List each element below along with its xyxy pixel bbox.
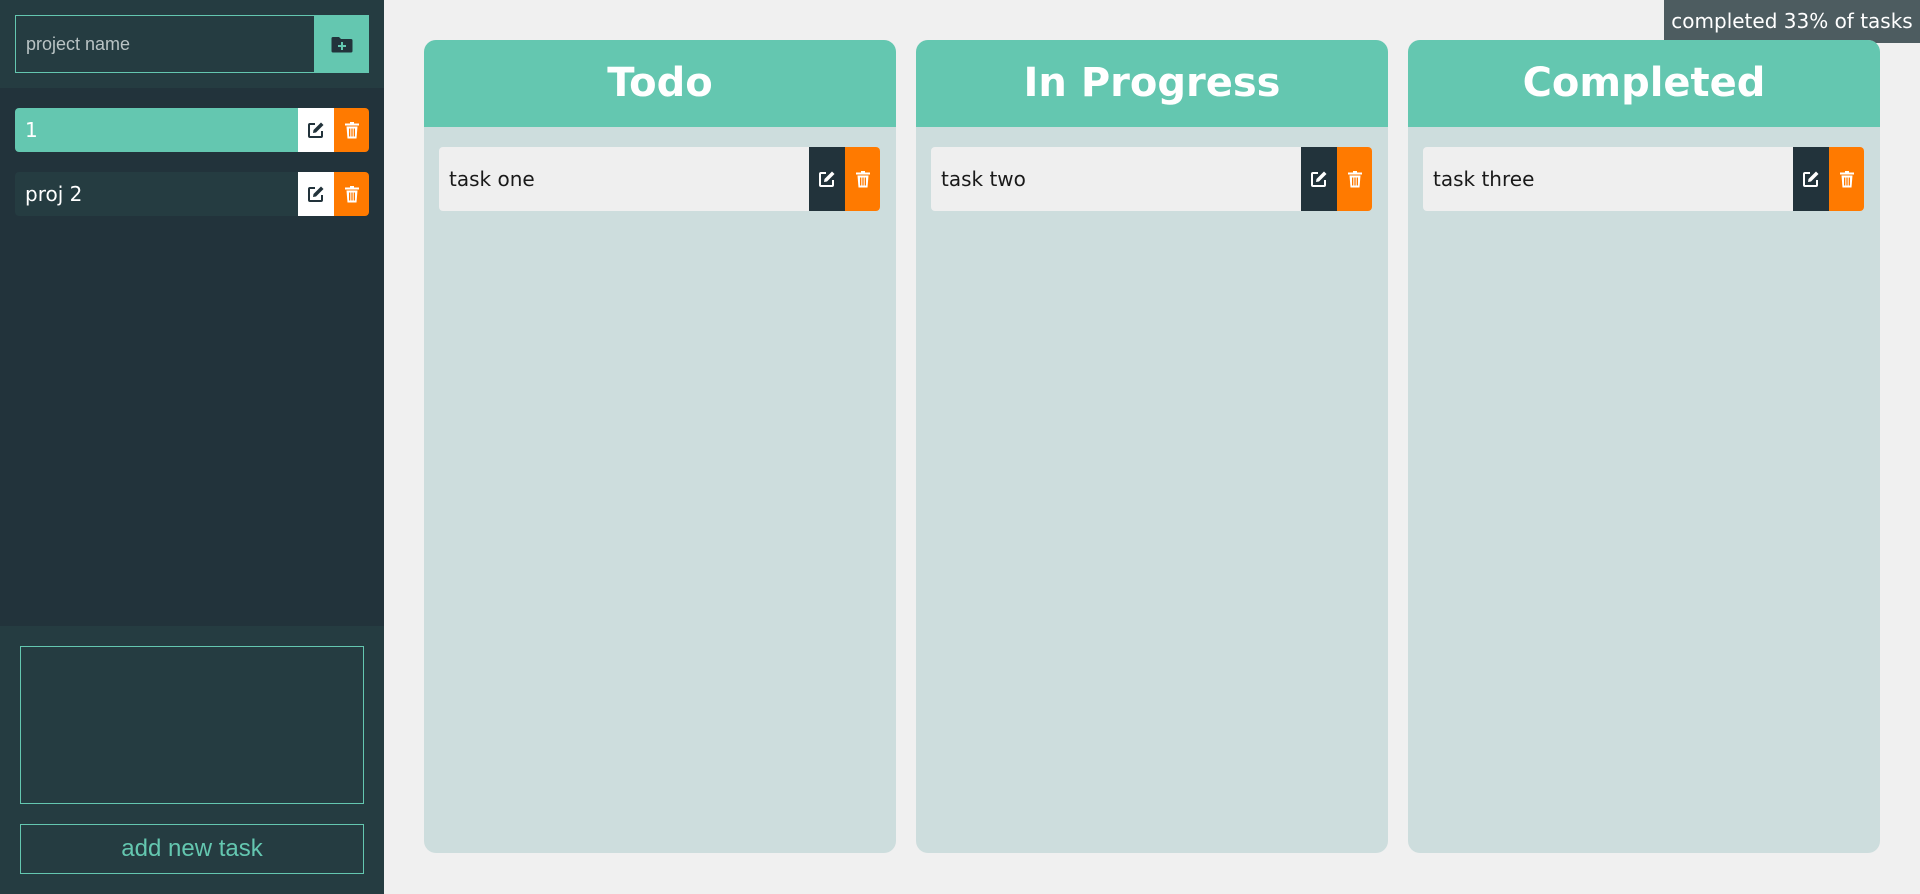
task-card[interactable]: task three — [1423, 147, 1864, 211]
add-project-button[interactable] — [314, 15, 369, 73]
project-item[interactable]: 1 — [15, 108, 369, 152]
task-form: add new task — [0, 626, 384, 894]
project-name-input[interactable] — [15, 15, 315, 73]
edit-task-button[interactable] — [809, 147, 845, 211]
task-input[interactable] — [20, 646, 364, 804]
edit-project-button[interactable] — [298, 172, 334, 216]
task-text: task three — [1433, 167, 1535, 191]
edit-icon — [307, 121, 325, 139]
trash-icon — [1347, 170, 1362, 188]
edit-icon — [307, 185, 325, 203]
edit-icon — [1310, 170, 1328, 188]
trash-icon — [344, 185, 359, 203]
project-form — [0, 0, 384, 88]
task-text: task two — [941, 167, 1026, 191]
column-in-progress: In Progress task two — [916, 40, 1388, 853]
project-list: 1 proj 2 — [15, 108, 369, 236]
project-name[interactable]: proj 2 — [15, 172, 298, 216]
column-title: In Progress — [916, 40, 1388, 127]
delete-project-button[interactable] — [334, 172, 369, 216]
progress-badge: completed 33% of tasks — [1664, 0, 1920, 43]
task-text: task one — [449, 167, 535, 191]
add-task-button[interactable]: add new task — [20, 824, 364, 874]
edit-icon — [818, 170, 836, 188]
sidebar: 1 — [0, 0, 384, 894]
delete-project-button[interactable] — [334, 108, 369, 152]
delete-task-button[interactable] — [845, 147, 880, 211]
edit-icon — [1802, 170, 1820, 188]
project-name[interactable]: 1 — [15, 108, 298, 152]
project-item[interactable]: proj 2 — [15, 172, 369, 216]
column-todo: Todo task one — [424, 40, 896, 853]
delete-task-button[interactable] — [1829, 147, 1864, 211]
folder-plus-icon — [331, 35, 353, 53]
delete-task-button[interactable] — [1337, 147, 1372, 211]
edit-project-button[interactable] — [298, 108, 334, 152]
edit-task-button[interactable] — [1793, 147, 1829, 211]
trash-icon — [344, 121, 359, 139]
task-card[interactable]: task one — [439, 147, 880, 211]
column-completed: Completed task three — [1408, 40, 1880, 853]
column-title: Completed — [1408, 40, 1880, 127]
trash-icon — [1839, 170, 1854, 188]
task-card[interactable]: task two — [931, 147, 1372, 211]
column-title: Todo — [424, 40, 896, 127]
edit-task-button[interactable] — [1301, 147, 1337, 211]
trash-icon — [855, 170, 870, 188]
